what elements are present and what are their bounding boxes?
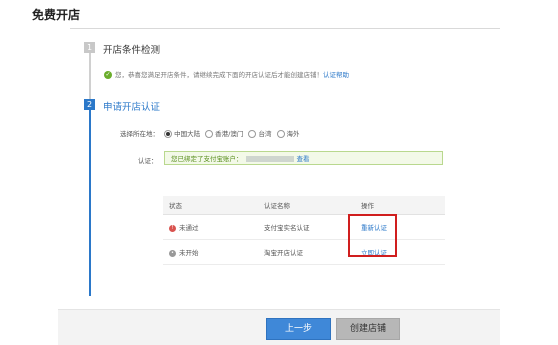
pending-status-icon: • (169, 249, 176, 257)
step-2-title: 申请开店认证 (103, 102, 161, 113)
action-cell: 立即认证 (355, 239, 445, 265)
auth-label: 认证： (138, 157, 158, 165)
header-action: 操作 (355, 196, 445, 215)
cert-name-cell: 淘宝开店认证 (258, 239, 355, 265)
eligibility-notice: ✓ 您，恭喜您满足开店条件，请继续完成下面的开店认证后才能创建店铺！认证帮助 (104, 69, 349, 79)
action-cell: 重新认证 (355, 214, 445, 240)
region-option-taiwan[interactable]: 台湾 (258, 130, 271, 138)
notice-text: 您，恭喜您满足开店条件，请继续完成下面的开店认证后才能创建店铺！ (115, 71, 323, 79)
alipay-bound-notice: 您已绑定了支付宝账户： 查看 (164, 151, 443, 165)
previous-step-button[interactable]: 上一步 (266, 318, 331, 340)
page-title: 免费开店 (32, 8, 81, 22)
status-cell: • 未开始 (163, 239, 258, 265)
step-1-number: 1 (84, 42, 95, 53)
failed-status-icon: ! (169, 224, 176, 232)
region-label: 选择所在地： (120, 130, 159, 138)
radio-hk-macau[interactable] (205, 130, 214, 138)
region-selector: 选择所在地： 中国大陆 香港/澳门 台湾 海外 (120, 128, 300, 138)
view-link[interactable]: 查看 (297, 155, 310, 163)
status-text: 未通过 (179, 224, 199, 232)
status-cell: ! 未通过 (163, 214, 258, 240)
radio-overseas[interactable] (276, 130, 285, 138)
header-status: 状态 (163, 196, 258, 215)
title-divider (70, 28, 500, 29)
region-option-mainland[interactable]: 中国大陆 (174, 130, 200, 138)
auth-help-link[interactable]: 认证帮助 (323, 71, 349, 79)
create-shop-button[interactable]: 创建店铺 (336, 318, 400, 340)
certification-table: 状态 认证名称 操作 ! 未通过 支付宝实名认证 重新认证 • 未开始 淘宝开店认证… (163, 196, 445, 265)
masked-account (245, 156, 294, 162)
region-option-overseas[interactable]: 海外 (287, 130, 300, 138)
progress-timeline (89, 44, 91, 296)
table-row: • 未开始 淘宝开店认证 立即认证 (163, 239, 445, 265)
cert-name-cell: 支付宝实名认证 (258, 214, 355, 240)
region-option-hk-macau[interactable]: 香港/澳门 (215, 130, 243, 138)
certify-now-link[interactable]: 立即认证 (361, 249, 387, 257)
timeline-active-segment (89, 104, 91, 296)
radio-taiwan[interactable] (248, 130, 257, 138)
table-row: ! 未通过 支付宝实名认证 重新认证 (163, 214, 445, 240)
step-2-number: 2 (84, 99, 95, 110)
status-text: 未开始 (179, 249, 199, 257)
header-name: 认证名称 (258, 196, 355, 215)
auth-text: 您已绑定了支付宝账户： (171, 155, 243, 163)
recertify-link[interactable]: 重新认证 (361, 224, 387, 232)
radio-mainland[interactable] (164, 130, 173, 138)
table-header-row: 状态 认证名称 操作 (163, 196, 445, 215)
check-icon: ✓ (104, 71, 112, 79)
step-1-title: 开店条件检测 (103, 45, 161, 56)
